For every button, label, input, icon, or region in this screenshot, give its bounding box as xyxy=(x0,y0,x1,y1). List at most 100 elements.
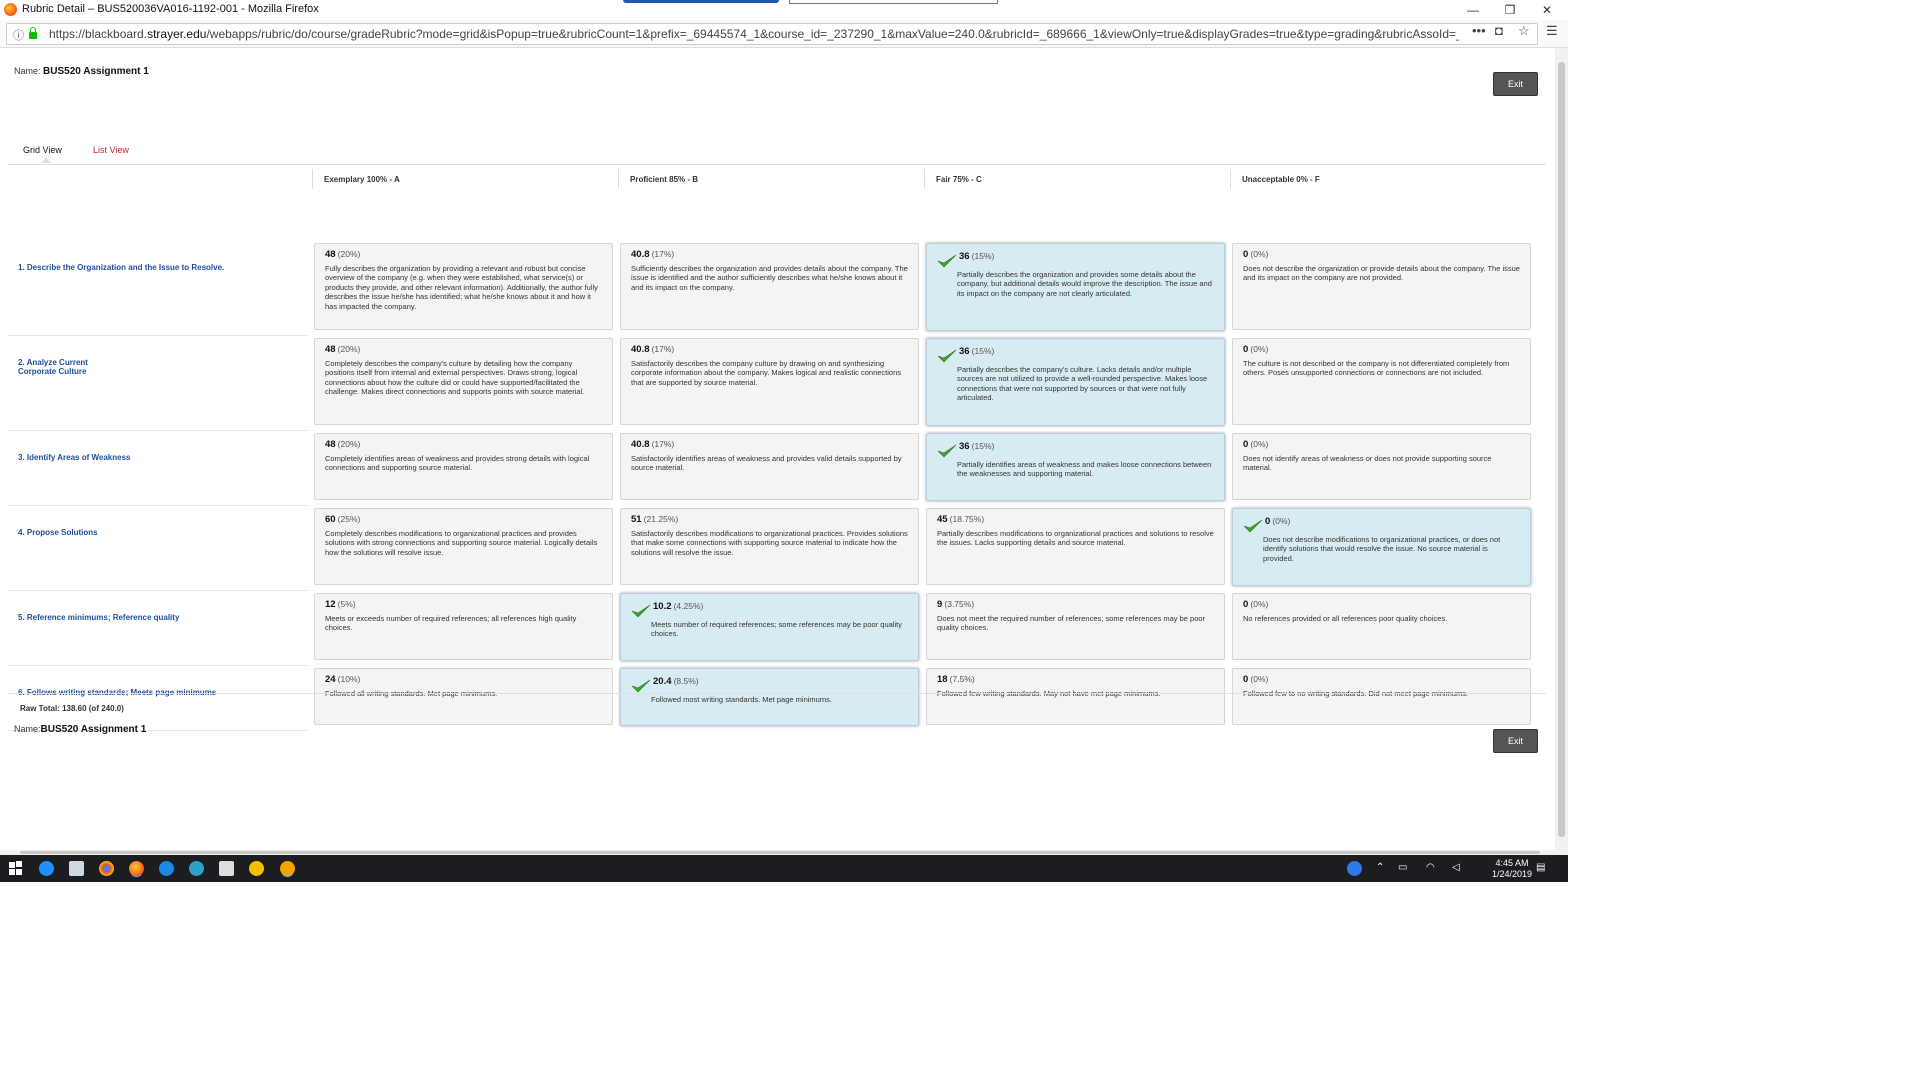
cell-description: Does not describe modifications to organ… xyxy=(1263,534,1501,563)
column-header: Fair 75% - C xyxy=(936,175,982,184)
tab-list-view[interactable]: List View xyxy=(93,145,129,155)
internet-explorer-icon[interactable] xyxy=(249,861,264,876)
rubric-cell-selected: 36 (15%) Partially describes the company'… xyxy=(926,338,1225,426)
exit-button-footer[interactable]: Exit xyxy=(1493,729,1538,753)
criterion-label: 4. Propose Solutions xyxy=(18,528,98,537)
cell-percent: (4.25%) xyxy=(673,601,704,611)
criterion-label: 2. Analyze Current Corporate Culture xyxy=(18,358,88,376)
column-divider xyxy=(924,169,925,189)
cell-description: Partially describes the organization and… xyxy=(957,269,1212,298)
volume-icon[interactable]: ◁ xyxy=(1452,862,1460,873)
column-header: Proficient 85% - B xyxy=(630,175,699,184)
cell-points: 0 xyxy=(1243,674,1249,685)
cell-points: 45 xyxy=(937,514,948,525)
vertical-scrollbar[interactable] xyxy=(1555,48,1568,850)
cell-description: Followed most writing standards. Met pag… xyxy=(651,694,832,704)
rubric-cell: 48 (20%) Completely identifies areas of w… xyxy=(314,433,613,500)
cell-score: 20.4 (8.5%) xyxy=(631,676,908,693)
row-divider xyxy=(8,505,308,506)
rubric-cell: 51 (21.25%) Satisfactorily describes modi… xyxy=(620,508,919,585)
cell-points: 48 xyxy=(325,439,336,450)
rubric-cell: 40.8 (17%) Satisfactorily describes the c… xyxy=(620,338,919,425)
cell-score: 48 (20%) xyxy=(325,249,602,260)
chrome-icon[interactable] xyxy=(99,861,114,876)
cell-score: 0 (0%) xyxy=(1243,439,1520,450)
wifi-icon[interactable]: ◠ xyxy=(1426,862,1435,873)
cell-percent: (20%) xyxy=(337,344,361,354)
column-divider xyxy=(312,169,313,189)
cell-description: Sufficiently describes the organization … xyxy=(631,263,908,292)
url-text[interactable]: https://blackboard.strayer.edu/webapps/r… xyxy=(49,27,1459,41)
rubric-cell-selected: 0 (0%) Does not describe modifications to… xyxy=(1232,508,1531,586)
cell-points: 36 xyxy=(959,441,970,452)
cell-description: Meets or exceeds number of required refe… xyxy=(325,613,577,633)
assignment-name-footer: Name:BUS520 Assignment 1 xyxy=(14,724,147,735)
bookmark-star-icon[interactable]: ☆ xyxy=(1518,23,1530,39)
cell-score: 40.8 (17%) xyxy=(631,249,908,260)
notification-icon[interactable]: ▤ xyxy=(1536,862,1545,873)
checkmark-icon xyxy=(937,349,957,363)
cell-percent: (0%) xyxy=(1250,599,1269,609)
clock[interactable]: 4:45 AM 1/24/2019 xyxy=(1488,858,1536,880)
app-icon[interactable] xyxy=(219,861,234,876)
close-window-button[interactable]: ✕ xyxy=(1532,2,1562,18)
cell-score: 45 (18.75%) xyxy=(937,514,1214,525)
cell-percent: (0%) xyxy=(1272,516,1291,526)
rubric-cell: 40.8 (17%) Sufficiently describes the org… xyxy=(620,243,919,330)
app-icon[interactable] xyxy=(280,861,295,876)
windows-start-icon[interactable] xyxy=(9,861,24,876)
page-actions-icon[interactable]: ••• xyxy=(1472,23,1486,38)
cell-points: 12 xyxy=(325,599,336,610)
tab-grid-view[interactable]: Grid View xyxy=(23,145,62,163)
rubric-cell: 18 (7.5%) Followed few writing standards.… xyxy=(926,668,1225,725)
cell-description: Completely identifies areas of weakness … xyxy=(325,453,590,473)
cell-description: Completely describes the company's cultu… xyxy=(325,358,585,397)
cell-points: 24 xyxy=(325,674,336,685)
firefox-taskbar-icon[interactable] xyxy=(129,861,144,876)
battery-icon[interactable]: ▭ xyxy=(1398,862,1407,873)
cell-points: 0 xyxy=(1243,599,1249,610)
chevron-up-icon[interactable]: ⌃ xyxy=(1376,862,1384,873)
cell-points: 0 xyxy=(1265,516,1271,527)
cell-description: Partially identifies areas of weakness a… xyxy=(957,459,1212,479)
cell-description: Completely describes modifications to or… xyxy=(325,528,598,557)
rubric-cell: 0 (0%) No references provided or all refe… xyxy=(1232,593,1531,660)
help-icon[interactable] xyxy=(1347,861,1362,876)
raw-total: Raw Total: 138.60 (of 240.0) xyxy=(20,704,124,713)
checkmark-icon xyxy=(631,604,651,618)
rubric-cell: 60 (25%) Completely describes modificatio… xyxy=(314,508,613,585)
pocket-icon[interactable]: ◘ xyxy=(1495,23,1503,38)
lock-icon[interactable] xyxy=(29,27,37,39)
app-icon[interactable] xyxy=(189,861,204,876)
cell-points: 0 xyxy=(1243,439,1249,450)
menu-icon[interactable]: ☰ xyxy=(1546,23,1558,39)
cell-percent: (17%) xyxy=(651,249,675,259)
cell-percent: (15%) xyxy=(971,346,995,356)
cell-score: 0 (0%) xyxy=(1243,516,1520,533)
checkmark-icon xyxy=(1243,519,1263,533)
row-divider xyxy=(8,590,308,591)
rubric-cell: 0 (0%) Followed few to no writing standar… xyxy=(1232,668,1531,725)
cell-score: 36 (15%) xyxy=(937,251,1214,268)
cell-description: Satisfactorily identifies areas of weakn… xyxy=(631,453,902,473)
cell-points: 18 xyxy=(937,674,948,685)
info-icon[interactable]: ⓘ xyxy=(13,27,24,43)
navigation-toolbar: ⓘ https://blackboard.strayer.edu/webapps… xyxy=(0,20,1568,48)
edge-icon[interactable] xyxy=(159,861,174,876)
cell-description: Fully describes the organization by prov… xyxy=(325,263,598,311)
address-bar[interactable]: ⓘ https://blackboard.strayer.edu/webapps… xyxy=(6,23,1538,45)
exit-button[interactable]: Exit xyxy=(1493,72,1538,96)
file-explorer-icon[interactable] xyxy=(69,861,84,876)
cell-points: 0 xyxy=(1243,344,1249,355)
cell-points: 36 xyxy=(959,346,970,357)
cell-score: 51 (21.25%) xyxy=(631,514,908,525)
rubric-cell: 24 (10%) Followed all writing standards. … xyxy=(314,668,613,725)
cell-points: 36 xyxy=(959,251,970,262)
restore-button[interactable]: ❐ xyxy=(1495,2,1525,18)
cell-score: 40.8 (17%) xyxy=(631,344,908,355)
minimize-button[interactable]: — xyxy=(1458,2,1488,18)
rubric-cell-selected: 10.2 (4.25%) Meets number of required ref… xyxy=(620,593,919,661)
search-icon[interactable] xyxy=(39,861,54,876)
row-divider xyxy=(8,335,308,336)
page-content: Name: BUS520 Assignment 1 Exit Grid View… xyxy=(0,48,1555,850)
